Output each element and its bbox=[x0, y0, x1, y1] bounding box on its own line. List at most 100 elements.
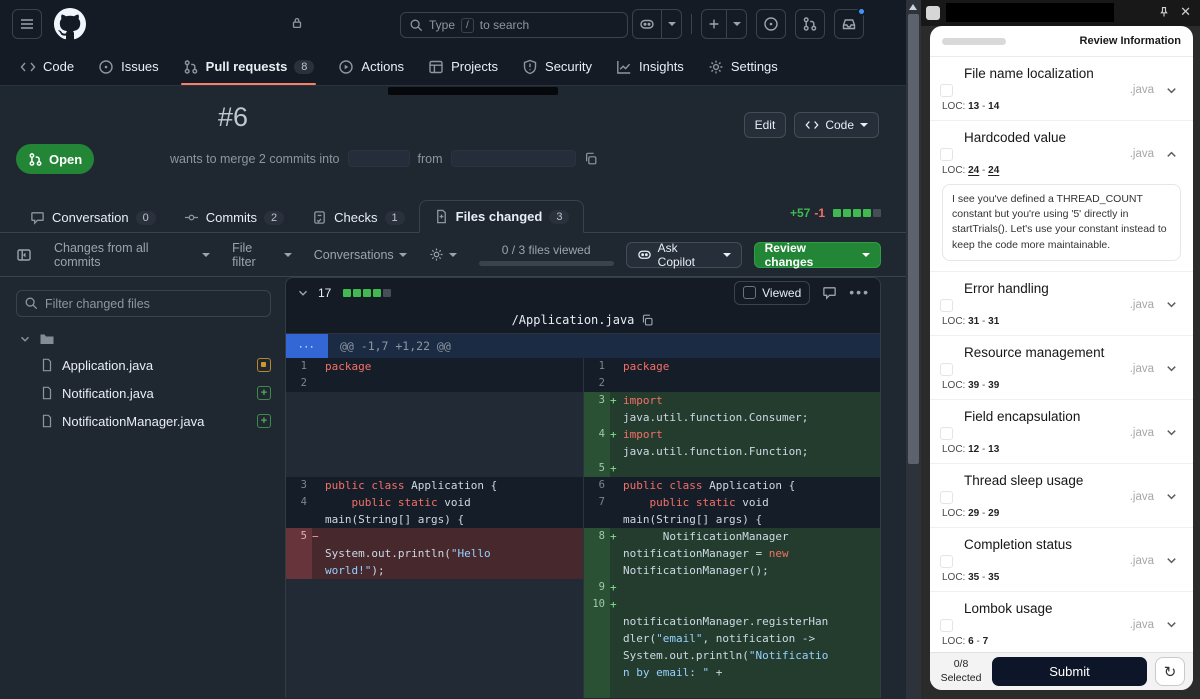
hunk-expand-button[interactable]: ··· bbox=[286, 334, 328, 358]
repo-nav-item-code[interactable]: Code bbox=[8, 48, 86, 85]
diff-marker bbox=[312, 477, 325, 494]
your-issues-button[interactable] bbox=[756, 9, 786, 39]
collapse-file-icon[interactable] bbox=[296, 286, 310, 300]
item-checkbox[interactable] bbox=[940, 363, 953, 376]
review-item[interactable]: Lombok usage.javaLOC: 6 - 7 bbox=[930, 592, 1193, 652]
line-number[interactable]: 9 bbox=[584, 579, 610, 596]
panel-drag-pill[interactable] bbox=[942, 38, 1006, 45]
viewed-toggle[interactable]: Viewed bbox=[734, 281, 810, 305]
repo-nav-item-actions[interactable]: Actions bbox=[326, 48, 416, 85]
refresh-button[interactable]: ↻ bbox=[1155, 657, 1185, 686]
line-number[interactable]: 5 bbox=[286, 528, 312, 579]
comment-icon[interactable] bbox=[822, 285, 837, 300]
repo-nav-item-security[interactable]: Security bbox=[510, 48, 604, 85]
tab-conversation[interactable]: Conversation0 bbox=[16, 202, 170, 233]
scrollbar-thumb[interactable] bbox=[908, 14, 919, 464]
file-filter-dropdown[interactable]: File filter bbox=[232, 241, 292, 269]
chevron-down-icon[interactable] bbox=[1164, 83, 1179, 98]
line-number[interactable]: 5 bbox=[584, 460, 610, 477]
chevron-down-icon[interactable] bbox=[1164, 361, 1179, 376]
repo-nav-item-pull-requests[interactable]: Pull requests8 bbox=[171, 48, 327, 85]
line-number[interactable]: 8 bbox=[584, 528, 610, 579]
chevron-up-icon[interactable] bbox=[1164, 147, 1179, 162]
review-item[interactable]: Field encapsulation.javaLOC: 12 - 13 bbox=[930, 400, 1193, 464]
copy-branch-icon[interactable] bbox=[584, 152, 598, 166]
comment-icon bbox=[30, 210, 45, 225]
your-pull-requests-button[interactable] bbox=[795, 9, 825, 39]
tab-files-changed[interactable]: Files changed3 bbox=[419, 200, 585, 233]
chevron-down-icon[interactable] bbox=[1164, 489, 1179, 504]
repo-nav-item-insights[interactable]: Insights bbox=[604, 48, 696, 85]
hamburger-menu-button[interactable] bbox=[12, 9, 42, 39]
repo-nav-item-projects[interactable]: Projects bbox=[416, 48, 510, 85]
review-item[interactable]: Thread sleep usage.javaLOC: 29 - 29 bbox=[930, 464, 1193, 528]
line-number[interactable]: 7 bbox=[584, 494, 610, 528]
sidebar-toggle-icon[interactable] bbox=[16, 247, 32, 263]
item-checkbox[interactable] bbox=[940, 619, 953, 632]
line-number[interactable]: 2 bbox=[286, 375, 312, 392]
line-number[interactable]: 1 bbox=[584, 358, 610, 375]
review-item[interactable]: Error handling.javaLOC: 31 - 31 bbox=[930, 272, 1193, 336]
item-checkbox[interactable] bbox=[940, 491, 953, 504]
global-search[interactable]: Type / to search bbox=[400, 12, 628, 38]
changes-dropdown[interactable]: Changes from all commits bbox=[54, 241, 210, 269]
folder-row[interactable] bbox=[18, 331, 271, 347]
inbox-button[interactable] bbox=[834, 9, 864, 39]
chevron-down-icon[interactable] bbox=[1164, 553, 1179, 568]
kebab-menu-icon[interactable]: ••• bbox=[849, 290, 870, 296]
chevron-down-icon[interactable] bbox=[1164, 425, 1179, 440]
review-item[interactable]: Resource management.javaLOC: 39 - 39 bbox=[930, 336, 1193, 400]
review-changes-button[interactable]: Review changes bbox=[754, 242, 881, 268]
item-checkbox[interactable] bbox=[940, 427, 953, 440]
chevron-down-icon[interactable] bbox=[1164, 617, 1179, 632]
code-dropdown-button[interactable]: Code bbox=[794, 112, 879, 138]
page-scrollbar[interactable] bbox=[906, 0, 921, 699]
line-number[interactable]: 3 bbox=[286, 477, 312, 494]
edit-button[interactable]: Edit bbox=[744, 112, 787, 138]
tab-commits[interactable]: Commits2 bbox=[170, 202, 298, 233]
line-number[interactable]: 3 bbox=[584, 392, 610, 426]
ask-copilot-button[interactable]: Ask Copilot bbox=[626, 242, 742, 268]
item-checkbox[interactable] bbox=[940, 299, 953, 312]
copilot-menu-caret[interactable] bbox=[662, 9, 682, 39]
line-number[interactable]: 4 bbox=[584, 426, 610, 460]
pin-icon[interactable] bbox=[1158, 6, 1170, 18]
tree-file-Notification.java[interactable]: Notification.java+ bbox=[40, 379, 271, 407]
item-checkbox[interactable] bbox=[940, 84, 953, 97]
chevron-down-icon[interactable] bbox=[1164, 297, 1179, 312]
diff-ctx-cell: 4 public static voidmain(String[] args) … bbox=[286, 494, 583, 528]
line-number[interactable]: 10 bbox=[584, 596, 610, 698]
close-icon[interactable]: ✕ bbox=[1180, 4, 1191, 20]
review-item[interactable]: Completion status.javaLOC: 35 - 35 bbox=[930, 528, 1193, 592]
file-filter-input[interactable] bbox=[16, 290, 271, 317]
overlay-window: ✕ Review Information File name localizat… bbox=[921, 0, 1200, 699]
table-icon bbox=[428, 59, 444, 75]
review-item[interactable]: File name localization.javaLOC: 13 - 14 bbox=[930, 57, 1193, 121]
tab-checks[interactable]: Checks1 bbox=[298, 202, 418, 233]
line-number[interactable]: 2 bbox=[584, 375, 610, 392]
copilot-button[interactable] bbox=[632, 9, 662, 39]
conversations-dropdown[interactable]: Conversations bbox=[314, 248, 407, 262]
tree-file-Application.java[interactable]: Application.java bbox=[40, 351, 271, 379]
head-branch-redacted[interactable] bbox=[451, 150, 576, 167]
github-logo-icon[interactable] bbox=[54, 8, 86, 40]
repo-nav-item-settings[interactable]: Settings bbox=[696, 48, 790, 85]
create-new-button[interactable] bbox=[701, 9, 727, 39]
viewed-checkbox[interactable] bbox=[743, 286, 756, 299]
line-number[interactable]: 1 bbox=[286, 358, 312, 375]
submit-button[interactable]: Submit bbox=[992, 657, 1147, 686]
copy-path-icon[interactable] bbox=[641, 314, 654, 327]
item-checkbox[interactable] bbox=[940, 148, 953, 161]
scrollbar-up-arrow-icon[interactable] bbox=[909, 4, 917, 10]
code-icon bbox=[805, 118, 819, 132]
diff-settings-dropdown[interactable] bbox=[429, 247, 457, 262]
line-number[interactable]: 4 bbox=[286, 494, 312, 528]
item-checkbox[interactable] bbox=[940, 555, 953, 568]
review-item[interactable]: Hardcoded value.javaLOC: 24 - 24I see yo… bbox=[930, 121, 1193, 272]
create-new-caret[interactable] bbox=[727, 9, 747, 39]
code-line: main(String[] args) { bbox=[623, 511, 880, 528]
line-number[interactable]: 6 bbox=[584, 477, 610, 494]
tree-file-NotificationManager.java[interactable]: NotificationManager.java+ bbox=[40, 407, 271, 435]
repo-nav-item-issues[interactable]: Issues bbox=[86, 48, 171, 85]
base-branch-redacted[interactable] bbox=[348, 150, 410, 167]
